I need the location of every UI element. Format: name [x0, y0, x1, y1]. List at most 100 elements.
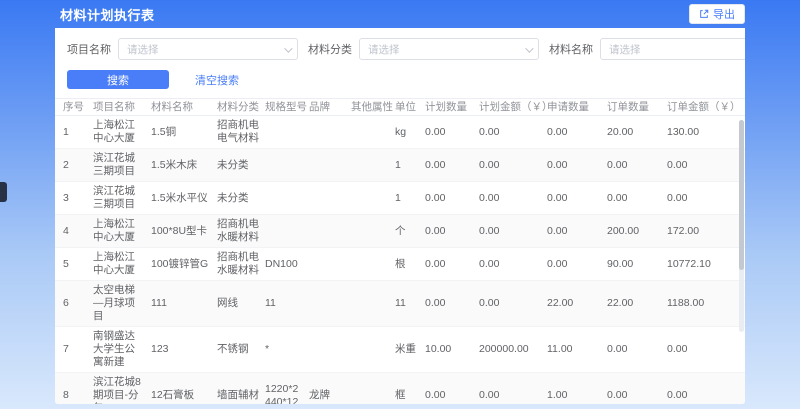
table-cell: 0.00 — [425, 149, 479, 181]
table-cell: 0.00 — [667, 373, 737, 404]
table-cell: 1220*2440*12 — [265, 373, 309, 404]
filter-label: 项目名称 — [67, 41, 111, 57]
table-cell: 0.00 — [425, 248, 479, 280]
table-cell: 0.00 — [607, 149, 667, 181]
filter-bar: 项目名称 请选择 材料分类 请选择 材料名称 请选择 — [55, 28, 745, 60]
table-cell: 招商机电 电气材料 — [217, 116, 265, 148]
table-cell: 1188.00 — [667, 281, 737, 326]
table-row: 1上海松江中心大厦1.5铜招商机电 电气材料kg0.000.000.0020.0… — [55, 116, 745, 149]
clear-search-link[interactable]: 清空搜索 — [195, 72, 239, 88]
table-cell: 22.00 — [607, 281, 667, 326]
table-cell: 0.00 — [667, 327, 737, 372]
table-cell — [351, 215, 395, 247]
table-cell — [309, 327, 351, 372]
table-cell: 200.00 — [607, 215, 667, 247]
table-cell: 0.00 — [425, 182, 479, 214]
column-header: 订单金额（￥） — [667, 101, 737, 114]
table-cell: * — [265, 327, 309, 372]
material-name-select[interactable]: 请选择 — [600, 38, 745, 60]
table-cell: 11 — [265, 281, 309, 326]
export-button[interactable]: 导出 — [689, 4, 745, 24]
table-cell: 0.00 — [479, 215, 547, 247]
table-cell: 123 — [151, 327, 217, 372]
filter-label: 材料分类 — [308, 41, 352, 57]
column-header: 订单数量 — [607, 101, 667, 114]
search-button[interactable]: 搜索 — [67, 70, 169, 89]
table-cell: 米重 — [395, 327, 425, 372]
table-cell — [309, 281, 351, 326]
table-cell: 南钢盛达大学生公寓新建 — [93, 327, 151, 372]
table-body: 1上海松江中心大厦1.5铜招商机电 电气材料kg0.000.000.0020.0… — [55, 116, 745, 404]
table-cell: 个 — [395, 215, 425, 247]
table-cell — [351, 149, 395, 181]
table-cell: 根 — [395, 248, 425, 280]
select-placeholder: 请选择 — [609, 42, 641, 57]
table-cell: 0.00 — [547, 215, 607, 247]
table-cell: 11 — [395, 281, 425, 326]
table-cell: 1 — [63, 116, 93, 148]
table-cell: 1 — [395, 149, 425, 181]
table-cell: 0.00 — [479, 281, 547, 326]
table-cell: 200000.00 — [479, 327, 547, 372]
table-cell: 0.00 — [425, 373, 479, 404]
table-cell — [309, 182, 351, 214]
column-header: 规格型号 — [265, 101, 309, 114]
table-cell: 111 — [151, 281, 217, 326]
table-row: 7南钢盛达大学生公寓新建123不锈钢*米重10.00200000.0011.00… — [55, 327, 745, 373]
table-cell — [265, 149, 309, 181]
table-cell: 0.00 — [425, 281, 479, 326]
table-row: 2滨江花城三期项目1.5米木床未分类10.000.000.000.000.00 — [55, 149, 745, 182]
table-cell — [351, 182, 395, 214]
material-category-select[interactable]: 请选择 — [359, 38, 539, 60]
table-cell: 0.00 — [607, 373, 667, 404]
table-cell: 未分类 — [217, 182, 265, 214]
table-cell: 0.00 — [479, 373, 547, 404]
table-cell: 130.00 — [667, 116, 737, 148]
table-cell: 1.5米水平仪 — [151, 182, 217, 214]
filter-material-category: 材料分类 请选择 — [308, 38, 539, 60]
table-cell: 100*8U型卡 — [151, 215, 217, 247]
table-cell: 框 — [395, 373, 425, 404]
table-cell — [309, 248, 351, 280]
table-cell: 1.00 — [547, 373, 607, 404]
table-cell: 11.00 — [547, 327, 607, 372]
column-header: 单位 — [395, 101, 425, 114]
table-cell: 10772.10 — [667, 248, 737, 280]
column-header: 申请数量 — [547, 101, 607, 114]
table-cell: 0.00 — [607, 327, 667, 372]
table-cell: 1.5米木床 — [151, 149, 217, 181]
table-cell: 5 — [63, 248, 93, 280]
table-cell: 0.00 — [547, 248, 607, 280]
table-cell: 100镀锌管G — [151, 248, 217, 280]
page-title: 材料计划执行表 — [60, 5, 155, 24]
export-icon — [699, 9, 709, 19]
table-cell — [309, 215, 351, 247]
table-row: 6太空电梯—月球项目111网线11110.000.0022.0022.00118… — [55, 281, 745, 327]
table-cell: 90.00 — [607, 248, 667, 280]
table-cell: 上海松江中心大厦 — [93, 248, 151, 280]
project-name-select[interactable]: 请选择 — [118, 38, 298, 60]
table-cell: 网线 — [217, 281, 265, 326]
table-cell: 7 — [63, 327, 93, 372]
table-cell: 0.00 — [479, 149, 547, 181]
column-header: 项目名称 — [93, 101, 151, 114]
column-header: 其他属性 — [351, 101, 395, 114]
table-cell — [351, 116, 395, 148]
table-cell: 太空电梯—月球项目 — [93, 281, 151, 326]
table-cell: DN100 — [265, 248, 309, 280]
table-cell: 0.00 — [425, 215, 479, 247]
vertical-scrollbar-thumb[interactable] — [739, 120, 744, 270]
column-header: 品牌 — [309, 101, 351, 114]
table-cell: 龙牌 — [309, 373, 351, 404]
table-row: 4上海松江中心大厦100*8U型卡招商机电 水暖材料个0.000.000.002… — [55, 215, 745, 248]
table-cell — [351, 281, 395, 326]
sidebar-collapse-handle[interactable] — [0, 182, 7, 202]
table-cell: 2 — [63, 149, 93, 181]
table-header-row: 序号项目名称材料名称材料分类规格型号品牌其他属性单位计划数量计划金额（￥）申请数… — [55, 98, 745, 116]
table-cell: 10.00 — [425, 327, 479, 372]
table-cell: 0.00 — [425, 116, 479, 148]
table-cell: kg — [395, 116, 425, 148]
table-cell — [351, 248, 395, 280]
vertical-scrollbar[interactable] — [739, 120, 744, 332]
table-cell: 上海松江中心大厦 — [93, 215, 151, 247]
